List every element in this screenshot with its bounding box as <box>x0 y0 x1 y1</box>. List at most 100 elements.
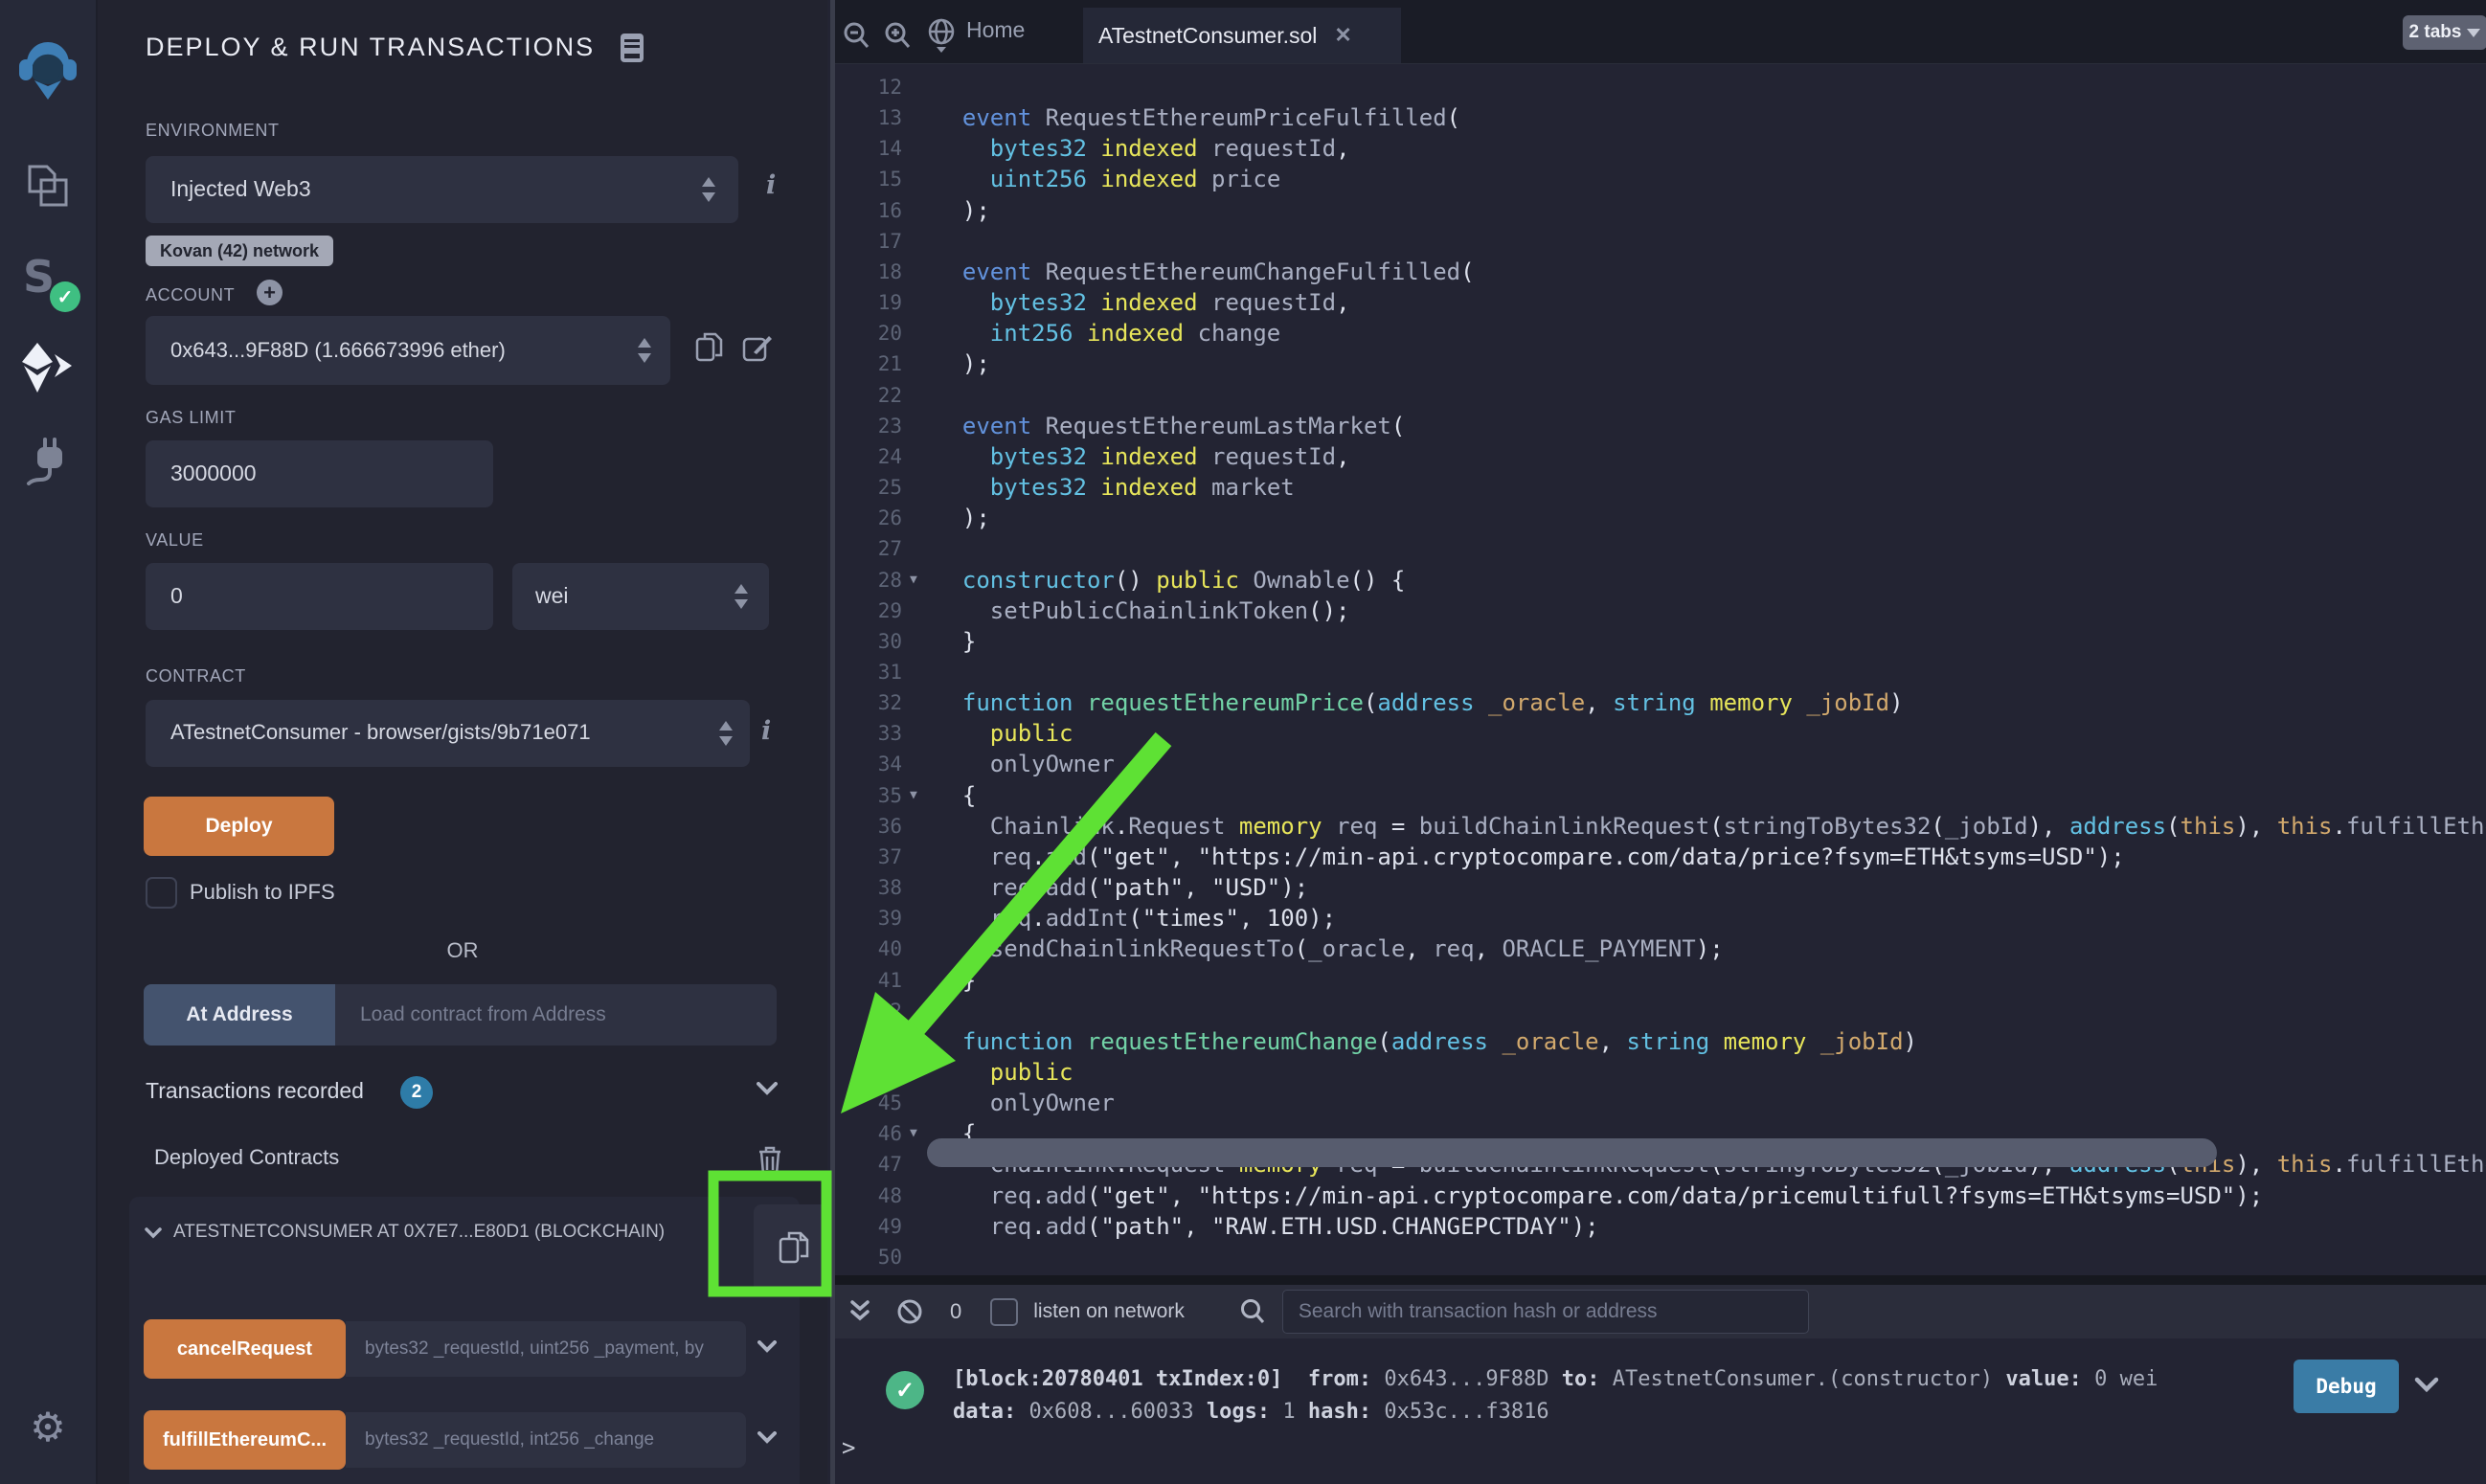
settings-gear-icon[interactable]: ⚙ <box>0 1404 96 1450</box>
at-address-button[interactable]: At Address <box>144 984 335 1046</box>
code-line: 14 bytes32 indexed requestId, <box>835 133 2486 164</box>
code-text: bytes32 indexed requestId, <box>935 441 1350 472</box>
terminal-prompt[interactable]: > <box>842 1434 855 1461</box>
home-tab-globe-icon[interactable] <box>925 18 958 53</box>
clear-console-icon[interactable] <box>896 1298 923 1325</box>
instance-collapse-chevron-icon[interactable] <box>145 1227 162 1239</box>
fold-arrow-icon[interactable]: ▼ <box>910 1118 929 1149</box>
horizontal-scrollbar[interactable] <box>927 1138 2217 1167</box>
code-text: ); <box>935 503 990 533</box>
code-line: 12 <box>835 72 2486 102</box>
function-args-input[interactable]: bytes32 _requestId, uint256 _payment, by <box>346 1321 746 1377</box>
select-stepper-icon <box>638 338 651 363</box>
environment-select[interactable]: Injected Web3 <box>146 156 738 223</box>
copy-account-icon[interactable] <box>695 331 724 366</box>
copy-instance-address-button[interactable] <box>754 1204 834 1293</box>
environment-info-icon[interactable]: i <box>766 170 776 200</box>
file-explorer-icon[interactable] <box>0 163 96 211</box>
code-line: 23 event RequestEthereumLastMarket( <box>835 411 2486 441</box>
gas-limit-label: GAS LIMIT <box>146 408 236 428</box>
line-number: 12 <box>835 72 902 102</box>
publish-ipfs-label: Publish to IPFS <box>190 880 335 905</box>
terminal-search-input[interactable]: Search with transaction hash or address <box>1282 1290 1809 1334</box>
tabs-count-dropdown[interactable]: 2 tabs <box>2403 15 2486 50</box>
remix-logo-icon[interactable] <box>0 36 96 105</box>
value-unit-select[interactable]: wei <box>512 563 769 630</box>
select-stepper-icon <box>719 721 733 746</box>
plugin-manager-icon[interactable] <box>0 436 96 485</box>
code-editor: Home ATestnetConsumer.sol ✕ 2 tabs 1213 … <box>830 0 2486 1275</box>
code-text: function requestEthereumPrice(address _o… <box>935 687 1904 718</box>
function-button-fulfillEthereumC[interactable]: fulfillEthereumC... <box>144 1410 346 1470</box>
line-number: 32 <box>835 687 902 718</box>
account-select[interactable]: 0x643...9F88D (1.666673996 ether) <box>146 316 670 385</box>
deploy-button[interactable]: Deploy <box>144 797 334 856</box>
code-line: 44 public <box>835 1057 2486 1088</box>
tab-home[interactable]: Home <box>966 17 1025 43</box>
function-button-cancelRequest[interactable]: cancelRequest <box>144 1319 346 1379</box>
gas-limit-input[interactable]: 3000000 <box>146 440 493 507</box>
doc-icon[interactable] <box>620 33 644 63</box>
code-line: 38 req.add("path", "USD"); <box>835 872 2486 903</box>
fold-arrow-icon[interactable]: ▼ <box>910 565 929 596</box>
code-line: 43 function requestEthereumChange(addres… <box>835 1026 2486 1057</box>
select-stepper-icon <box>734 584 748 609</box>
line-number: 47 <box>835 1149 902 1180</box>
line-number: 16 <box>835 195 902 226</box>
function-args-input[interactable]: bytes32 _requestId, int256 _change <box>346 1412 746 1468</box>
zoom-in-icon[interactable] <box>884 21 911 50</box>
tx-log-line-1[interactable]: [block:20780401 txIndex:0] from: 0x643..… <box>953 1367 2158 1391</box>
trash-icon[interactable] <box>757 1145 782 1176</box>
tab-active-file[interactable]: ATestnetConsumer.sol ✕ <box>1083 8 1401 63</box>
contract-select[interactable]: ATestnetConsumer - browser/gists/9b71e07… <box>146 700 750 767</box>
line-number: 20 <box>835 318 902 349</box>
code-line: 35▼ { <box>835 780 2486 811</box>
deploy-run-icon[interactable] <box>0 343 96 393</box>
function-expand-chevron-icon[interactable] <box>757 1340 777 1353</box>
edit-account-icon[interactable] <box>742 333 773 364</box>
line-number: 38 <box>835 872 902 903</box>
listen-network-checkbox[interactable] <box>990 1298 1018 1326</box>
code-line: 26 ); <box>835 503 2486 533</box>
at-address-input[interactable]: Load contract from Address <box>335 984 777 1046</box>
code-line: 34 onlyOwner <box>835 749 2486 779</box>
code-area[interactable]: 1213 event RequestEthereumPriceFulfilled… <box>835 64 2486 1283</box>
add-account-icon[interactable]: + <box>257 280 282 305</box>
code-line: 24 bytes32 indexed requestId, <box>835 441 2486 472</box>
function-expand-chevron-icon[interactable] <box>757 1431 777 1444</box>
code-line: 17 <box>835 226 2486 257</box>
line-number: 13 <box>835 102 902 133</box>
terminal-resize-handle[interactable] <box>835 1275 2486 1285</box>
compile-success-badge: ✓ <box>50 281 80 312</box>
line-number: 15 <box>835 164 902 194</box>
code-text: ); <box>935 195 990 226</box>
code-line: 41 } <box>835 965 2486 996</box>
code-line: 32 function requestEthereumPrice(address… <box>835 687 2486 718</box>
line-number: 23 <box>835 411 902 441</box>
code-line: 29 setPublicChainlinkToken(); <box>835 596 2486 626</box>
debug-button[interactable]: Debug <box>2294 1360 2399 1413</box>
deploy-run-panel: DEPLOY & RUN TRANSACTIONS ENVIRONMENT In… <box>96 0 827 1484</box>
value-input[interactable]: 0 <box>146 563 493 630</box>
publish-ipfs-checkbox[interactable] <box>146 877 177 909</box>
close-tab-icon[interactable]: ✕ <box>1334 23 1351 48</box>
terminal: 0 listen on network Search with transact… <box>830 1275 2486 1484</box>
code-text: onlyOwner <box>935 749 1115 779</box>
contract-info-icon[interactable]: i <box>761 716 771 746</box>
line-number: 27 <box>835 533 902 564</box>
code-line: 39 req.addInt("times", 100); <box>835 903 2486 933</box>
solidity-compiler-icon[interactable]: S ✓ <box>0 251 96 310</box>
expand-terminal-icon[interactable] <box>848 1299 871 1324</box>
transactions-collapse-chevron-icon[interactable] <box>757 1082 778 1095</box>
code-text: bytes32 indexed requestId, <box>935 287 1350 318</box>
zoom-out-icon[interactable] <box>843 21 870 50</box>
tx-expand-chevron-icon[interactable] <box>2414 1377 2439 1392</box>
line-number: 17 <box>835 226 902 257</box>
line-number: 49 <box>835 1211 902 1242</box>
line-number: 46 <box>835 1118 902 1149</box>
transactions-count-badge: 2 <box>400 1076 433 1109</box>
fold-arrow-icon[interactable]: ▼ <box>910 780 929 811</box>
search-icon <box>1240 1298 1265 1325</box>
environment-label: ENVIRONMENT <box>146 121 280 141</box>
line-number: 45 <box>835 1088 902 1118</box>
